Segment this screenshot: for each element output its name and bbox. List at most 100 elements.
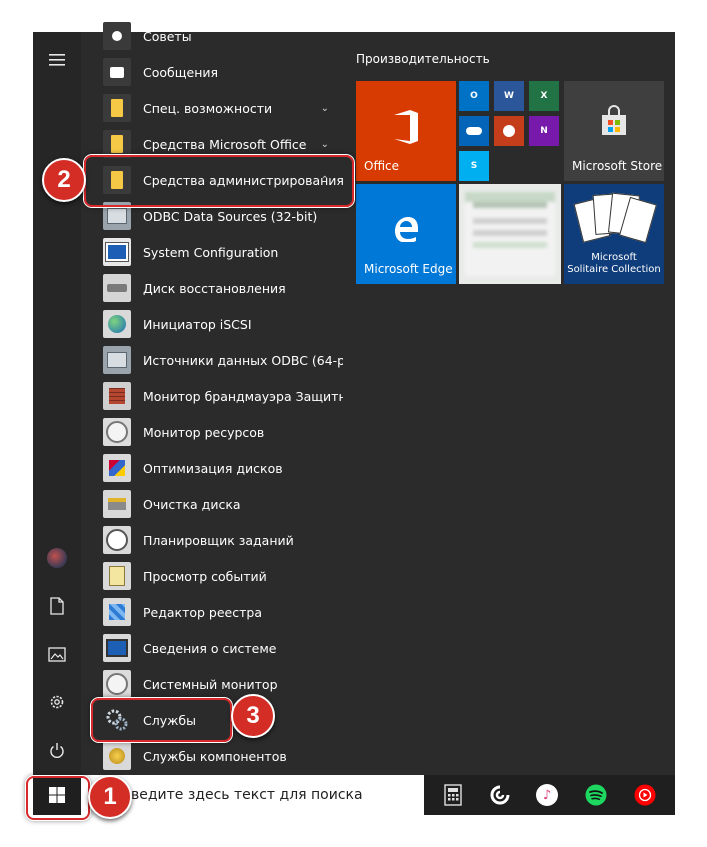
gear-icon bbox=[50, 695, 64, 709]
document-icon bbox=[50, 597, 64, 615]
app-label: Сообщения bbox=[143, 64, 219, 80]
odbc64-icon bbox=[103, 346, 131, 374]
onenote-icon: N bbox=[529, 116, 559, 146]
messages-icon bbox=[103, 58, 131, 86]
highlight-admin-tools bbox=[84, 155, 354, 207]
tips-icon bbox=[103, 22, 131, 50]
tile-label-line2: Solitaire Collection bbox=[567, 264, 661, 275]
step-badge-2: 2 bbox=[42, 158, 86, 202]
pictures-button[interactable] bbox=[33, 636, 81, 672]
taskbar-youtube-music[interactable] bbox=[622, 775, 668, 815]
app-item-system-information[interactable]: Сведения о системе bbox=[81, 630, 343, 666]
step-badge-3: 3 bbox=[231, 694, 275, 738]
highlight-start-button bbox=[26, 776, 90, 820]
recovery-drive-icon bbox=[103, 274, 131, 302]
app-label: Системный монитор bbox=[143, 676, 278, 692]
app-label: Монитор брандмауэра Защитник... bbox=[143, 388, 343, 404]
app-item-firewall[interactable]: Монитор брандмауэра Защитник... bbox=[81, 378, 343, 414]
component-services-icon bbox=[103, 742, 131, 770]
app-item-disk-optimization[interactable]: Оптимизация дисков bbox=[81, 450, 343, 486]
regedit-icon bbox=[103, 598, 131, 626]
onedrive-icon bbox=[459, 116, 489, 146]
chevron-down-icon: ⌄ bbox=[320, 102, 329, 114]
defrag-icon bbox=[103, 454, 131, 482]
tile-label-line1: Microsoft bbox=[591, 252, 637, 263]
app-item-component-services[interactable]: Службы компонентов bbox=[81, 738, 343, 774]
event-viewer-icon bbox=[103, 562, 131, 590]
highlight-services bbox=[91, 698, 232, 742]
task-scheduler-icon bbox=[103, 526, 131, 554]
iscsi-icon bbox=[103, 310, 131, 338]
tile-label: Microsoft Store bbox=[572, 159, 663, 173]
performance-monitor-icon bbox=[103, 670, 131, 698]
tile-office[interactable]: Office bbox=[356, 81, 456, 181]
app-label: Оптимизация дисков bbox=[143, 460, 283, 476]
app-label: Планировщик заданий bbox=[143, 532, 294, 548]
taskbar-search-box[interactable]: ведите здесь текст для поиска bbox=[81, 775, 424, 815]
tile-label: Office bbox=[364, 159, 400, 173]
app-label: Редактор реестра bbox=[143, 604, 262, 620]
tile-microsoft-edge[interactable]: Microsoft Edge bbox=[356, 184, 456, 284]
app-item-event-viewer[interactable]: Просмотр событий bbox=[81, 558, 343, 594]
power-icon bbox=[50, 743, 64, 758]
office-icon bbox=[394, 110, 418, 144]
disk-cleanup-icon bbox=[103, 490, 131, 518]
app-label: Средства Microsoft Office bbox=[143, 136, 307, 152]
tile-microsoft-store[interactable]: Microsoft Store bbox=[564, 81, 664, 181]
taskbar-calculator[interactable] bbox=[430, 775, 476, 815]
settings-button[interactable] bbox=[33, 684, 81, 720]
app-item-odbc64[interactable]: Источники данных ODBC (64-раз... bbox=[81, 342, 343, 378]
app-label: Спец. возможности bbox=[143, 100, 273, 116]
search-placeholder: ведите здесь текст для поиска bbox=[131, 787, 363, 803]
app-label: Инициатор iSCSI bbox=[143, 316, 252, 332]
app-label: Службы компонентов bbox=[143, 748, 287, 764]
tile-office-apps-group[interactable]: O W X N S bbox=[459, 81, 561, 181]
taskbar-spotify[interactable] bbox=[573, 775, 619, 815]
hamburger-menu-button[interactable] bbox=[33, 42, 81, 78]
user-account-button[interactable] bbox=[33, 540, 81, 576]
app-label: Советы bbox=[143, 28, 192, 44]
store-icon bbox=[602, 105, 626, 135]
app-label: Очистка диска bbox=[143, 496, 241, 512]
taskbar-itunes[interactable]: ♪ bbox=[524, 775, 570, 815]
itunes-icon: ♪ bbox=[536, 784, 558, 806]
app-item-system-configuration[interactable]: System Configuration bbox=[81, 234, 343, 270]
live-tile-preview bbox=[465, 192, 555, 276]
system-info-icon bbox=[103, 634, 131, 662]
youtube-music-icon bbox=[634, 784, 656, 806]
app-label: ODBC Data Sources (32-bit) bbox=[143, 208, 318, 224]
app-item-performance-monitor[interactable]: Системный монитор bbox=[81, 666, 343, 702]
edge-icon bbox=[395, 217, 418, 242]
avatar bbox=[47, 548, 67, 568]
folder-icon bbox=[103, 130, 131, 158]
app-folder-accessibility[interactable]: Спец. возможности ⌄ bbox=[81, 90, 343, 126]
app-label: System Configuration bbox=[143, 244, 279, 260]
power-button[interactable] bbox=[33, 732, 81, 768]
resource-monitor-icon bbox=[103, 418, 131, 446]
app-item-tips[interactable]: Советы bbox=[81, 18, 343, 54]
taskbar-app-swirl[interactable] bbox=[477, 775, 523, 815]
word-icon: W bbox=[494, 81, 524, 111]
app-item-recovery-drive[interactable]: Диск восстановления bbox=[81, 270, 343, 306]
app-label: Диск восстановления bbox=[143, 280, 286, 296]
tile-live-preview[interactable] bbox=[459, 184, 561, 284]
pictures-icon bbox=[48, 646, 66, 662]
tile-label: Microsoft Edge bbox=[364, 262, 453, 276]
tile-solitaire[interactable]: Microsoft Solitaire Collection bbox=[564, 184, 664, 284]
app-item-messages[interactable]: Сообщения bbox=[81, 54, 343, 90]
documents-button[interactable] bbox=[33, 588, 81, 624]
calculator-icon bbox=[444, 784, 462, 806]
app-item-disk-cleanup[interactable]: Очистка диска bbox=[81, 486, 343, 522]
firewall-icon bbox=[103, 382, 131, 410]
chevron-down-icon: ⌄ bbox=[320, 138, 329, 150]
powerpoint-icon bbox=[494, 116, 524, 146]
spotify-icon bbox=[585, 784, 607, 806]
swirl-app-icon bbox=[490, 785, 510, 805]
system-configuration-icon bbox=[103, 238, 131, 266]
excel-icon: X bbox=[529, 81, 559, 111]
app-item-registry-editor[interactable]: Редактор реестра bbox=[81, 594, 343, 630]
app-item-resource-monitor[interactable]: Монитор ресурсов bbox=[81, 414, 343, 450]
hamburger-icon bbox=[49, 54, 65, 66]
app-item-task-scheduler[interactable]: Планировщик заданий bbox=[81, 522, 343, 558]
app-item-iscsi[interactable]: Инициатор iSCSI bbox=[81, 306, 343, 342]
